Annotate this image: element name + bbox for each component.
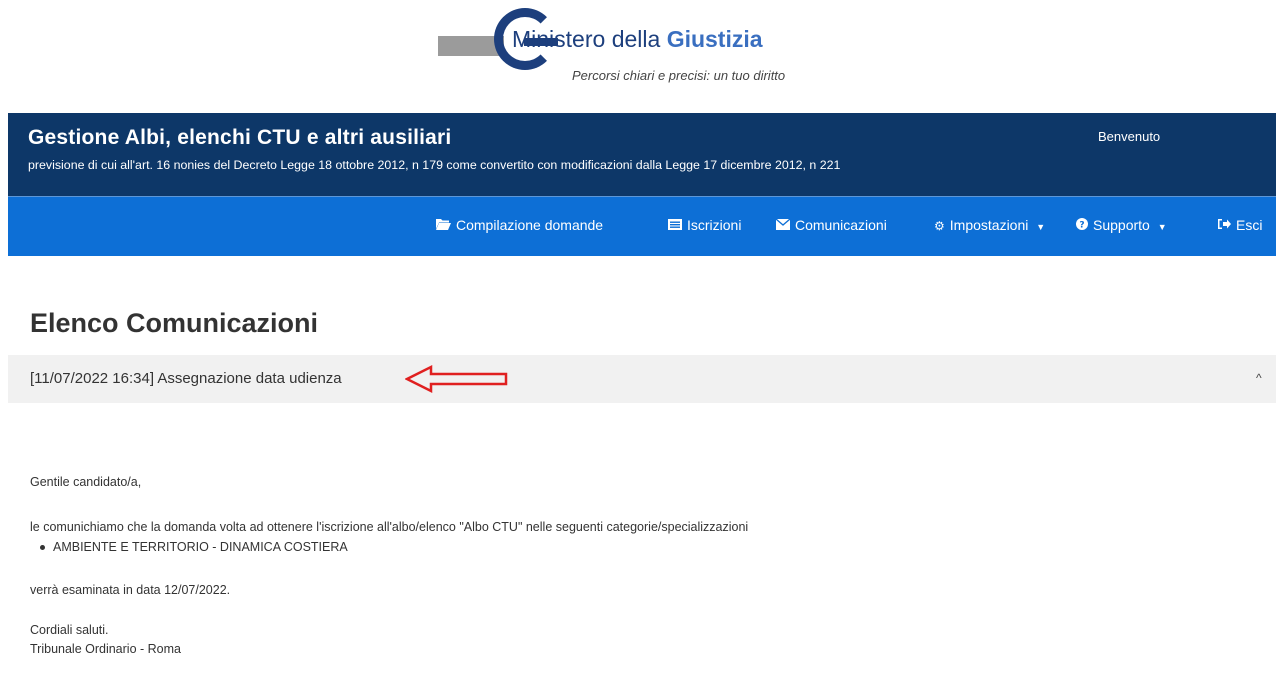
logo-name-part1: Ministero della — [512, 26, 661, 52]
list-item: AMBIENTE E TERRITORIO - DINAMICA COSTIER… — [40, 540, 348, 554]
greeting-text: Gentile candidato/a, — [30, 475, 142, 489]
bullet-icon — [40, 545, 45, 551]
welcome-text: Benvenuto — [1098, 129, 1161, 144]
nav-impostazioni[interactable]: ⚙ Impostazioni ▼ — [934, 217, 1045, 233]
app-header: Gestione Albi, elenchi CTU e altri ausil… — [8, 113, 1276, 196]
nav-compilazione-domande[interactable]: Compilazione domande — [436, 217, 603, 233]
communication-title: [11/07/2022 16:34] Assegnazione data udi… — [30, 370, 342, 387]
envelope-icon — [775, 218, 791, 233]
ministry-logo: Ministero della Giustizia Percorsi chiar… — [438, 8, 858, 90]
annotation-arrow-icon — [405, 364, 508, 394]
nav-iscrizioni[interactable]: Iscrizioni — [668, 217, 741, 233]
communication-panel-header[interactable]: [11/07/2022 16:34] Assegnazione data udi… — [8, 355, 1276, 403]
list-icon — [668, 219, 682, 233]
logo-name-part2: Giustizia — [666, 26, 763, 52]
question-circle-icon: ? — [1076, 218, 1088, 233]
nav-esci[interactable]: Esci — [1218, 217, 1262, 233]
svg-text:?: ? — [1079, 221, 1084, 231]
sign-out-icon — [1218, 218, 1231, 233]
main-navbar: Compilazione domande Iscrizioni Comunica… — [8, 196, 1276, 256]
app-title: Gestione Albi, elenchi CTU e altri ausil… — [28, 126, 452, 149]
caret-down-icon: ▼ — [1157, 222, 1167, 232]
nav-label: Compilazione domande — [456, 217, 604, 233]
exam-date-text: verrà esaminata in data 12/07/2022. — [30, 583, 231, 597]
intro-text: le comunichiamo che la domanda volta ad … — [30, 520, 749, 534]
folder-open-icon — [436, 218, 451, 233]
nav-label: Supporto — [1093, 217, 1150, 233]
nav-label: Esci — [1236, 217, 1263, 233]
logo-tagline: Percorsi chiari e precisi: un tuo diritt… — [572, 68, 786, 83]
category-text: AMBIENTE E TERRITORIO - DINAMICA COSTIER… — [53, 540, 348, 554]
caret-down-icon: ▼ — [1036, 222, 1046, 232]
signature-text: Tribunale Ordinario - Roma — [30, 642, 181, 656]
nav-supporto[interactable]: ? Supporto ▼ — [1076, 217, 1167, 233]
logo-area: Ministero della Giustizia Percorsi chiar… — [0, 0, 1276, 113]
closing-text: Cordiali saluti. — [30, 623, 109, 637]
nav-label: Iscrizioni — [687, 217, 742, 233]
app-subtitle: previsione di cui all'art. 16 nonies del… — [28, 158, 841, 172]
nav-label: Comunicazioni — [795, 217, 887, 233]
collapse-chevron-icon[interactable]: ^ — [1256, 371, 1262, 385]
page-title: Elenco Comunicazioni — [30, 308, 319, 338]
logo-name: Ministero della Giustizia — [512, 26, 763, 53]
nav-comunicazioni[interactable]: Comunicazioni — [775, 217, 887, 233]
gear-icon: ⚙ — [934, 219, 945, 233]
nav-label: Impostazioni — [949, 217, 1029, 233]
